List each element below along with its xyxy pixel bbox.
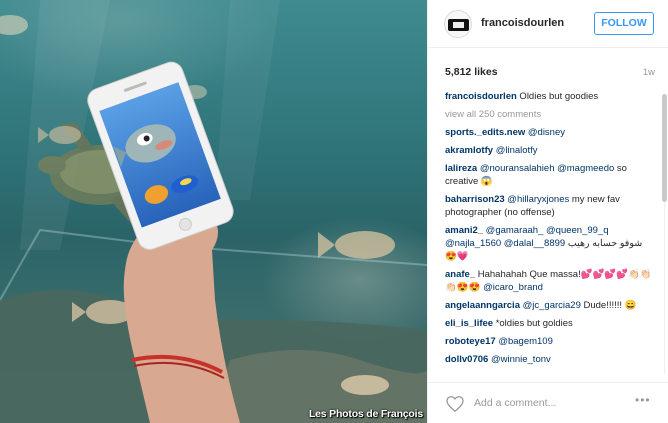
phone xyxy=(87,61,234,250)
scrollbar-thumb[interactable] xyxy=(662,94,667,202)
more-options-icon[interactable]: ••• xyxy=(635,393,651,407)
comment-username[interactable]: anafe_ xyxy=(445,269,475,280)
caption: francoisdourlen Oldies but goodies xyxy=(445,90,655,103)
list-item: angelaanngarcia @jc_garcia29 Dude!!!!!! … xyxy=(445,299,655,312)
list-item: sports._edits.new @disney xyxy=(445,126,655,139)
caption-text: Oldies but goodies xyxy=(516,91,599,102)
photo-watermark: Les Photos de François xyxy=(308,408,423,420)
comment-mention[interactable]: @winnie_tonv xyxy=(488,354,551,365)
comment-username[interactable]: roboteye17 xyxy=(445,336,496,347)
avatar[interactable] xyxy=(444,10,472,38)
comment-username[interactable]: eli_is_lifee xyxy=(445,318,493,329)
comment-mention[interactable]: @jc_garcia29 xyxy=(520,300,581,311)
list-item: baharrison23 @hillaryxjones my new fav p… xyxy=(445,193,655,219)
aquarium-scene xyxy=(0,0,427,423)
list-item: eli_is_lifee *oldies but goldies xyxy=(445,317,655,330)
comment-username[interactable]: amani2_ xyxy=(445,225,483,236)
comment-mention[interactable]: @disney xyxy=(525,127,565,138)
list-item: dollv0706 @winnie_tonv xyxy=(445,353,655,366)
post-age[interactable]: 1w xyxy=(643,67,655,78)
comment-text: Dude!!!!!! 😄 xyxy=(580,300,637,311)
post-sidebar: francoisdourlen FOLLOW 5,812 likes 1w fr… xyxy=(427,0,668,423)
caption-username[interactable]: francoisdourlen xyxy=(445,91,517,102)
view-all-comments-link[interactable]: view all 250 comments xyxy=(445,108,655,121)
comment-username[interactable]: sports._edits.new xyxy=(445,127,525,138)
likes-count[interactable]: 5,812 likes xyxy=(445,66,498,78)
comment-mention[interactable]: @hillaryxjones xyxy=(505,194,569,205)
list-item: akramlotfy @linalotfy xyxy=(445,144,655,157)
comment-mention[interactable]: @linalotfy xyxy=(493,145,538,156)
comment-mention[interactable]: @icaro_brand xyxy=(481,282,543,293)
comment-mention[interactable]: @nouransalahieh @magmeedo xyxy=(477,163,614,174)
list-item: roboteye17 @bagem109 xyxy=(445,335,655,348)
comment-text: Hahahahah Que massa!💕💕💕💕👏🏻👏🏻👏🏻😍😍 xyxy=(445,269,652,293)
list-item: amani2_ @gamaraah_ @queen_99_q @najla_15… xyxy=(445,224,655,263)
list-item: lalireza @nouransalahieh @magmeedo so cr… xyxy=(445,162,655,188)
comment-username[interactable]: lalireza xyxy=(445,163,477,174)
comment-username[interactable]: dollv0706 xyxy=(445,354,488,365)
comment-username[interactable]: angelaanngarcia xyxy=(445,300,520,311)
comment-username[interactable]: baharrison23 xyxy=(445,194,505,205)
comment-username[interactable]: akramlotfy xyxy=(445,145,493,156)
add-comment-input[interactable]: Add a comment... xyxy=(474,397,556,409)
comments-scrollbar[interactable] xyxy=(662,94,667,374)
comment-footer: Add a comment... ••• xyxy=(428,382,668,423)
follow-button[interactable]: FOLLOW xyxy=(594,12,654,35)
list-item: anafe_ Hahahahah Que massa!💕💕💕💕👏🏻👏🏻👏🏻😍😍 … xyxy=(445,268,655,294)
comment-mention[interactable]: @bagem109 xyxy=(496,336,553,347)
post-header: francoisdourlen FOLLOW xyxy=(428,0,668,48)
post-photo[interactable]: Les Photos de François xyxy=(0,0,427,423)
comment-text: *oldies but goldies xyxy=(493,318,573,329)
heart-icon[interactable] xyxy=(446,396,464,412)
post-username[interactable]: francoisdourlen xyxy=(481,17,564,29)
comment-list: francoisdourlen Oldies but goodies view … xyxy=(445,90,655,376)
likes-row: 5,812 likes 1w xyxy=(445,66,655,80)
